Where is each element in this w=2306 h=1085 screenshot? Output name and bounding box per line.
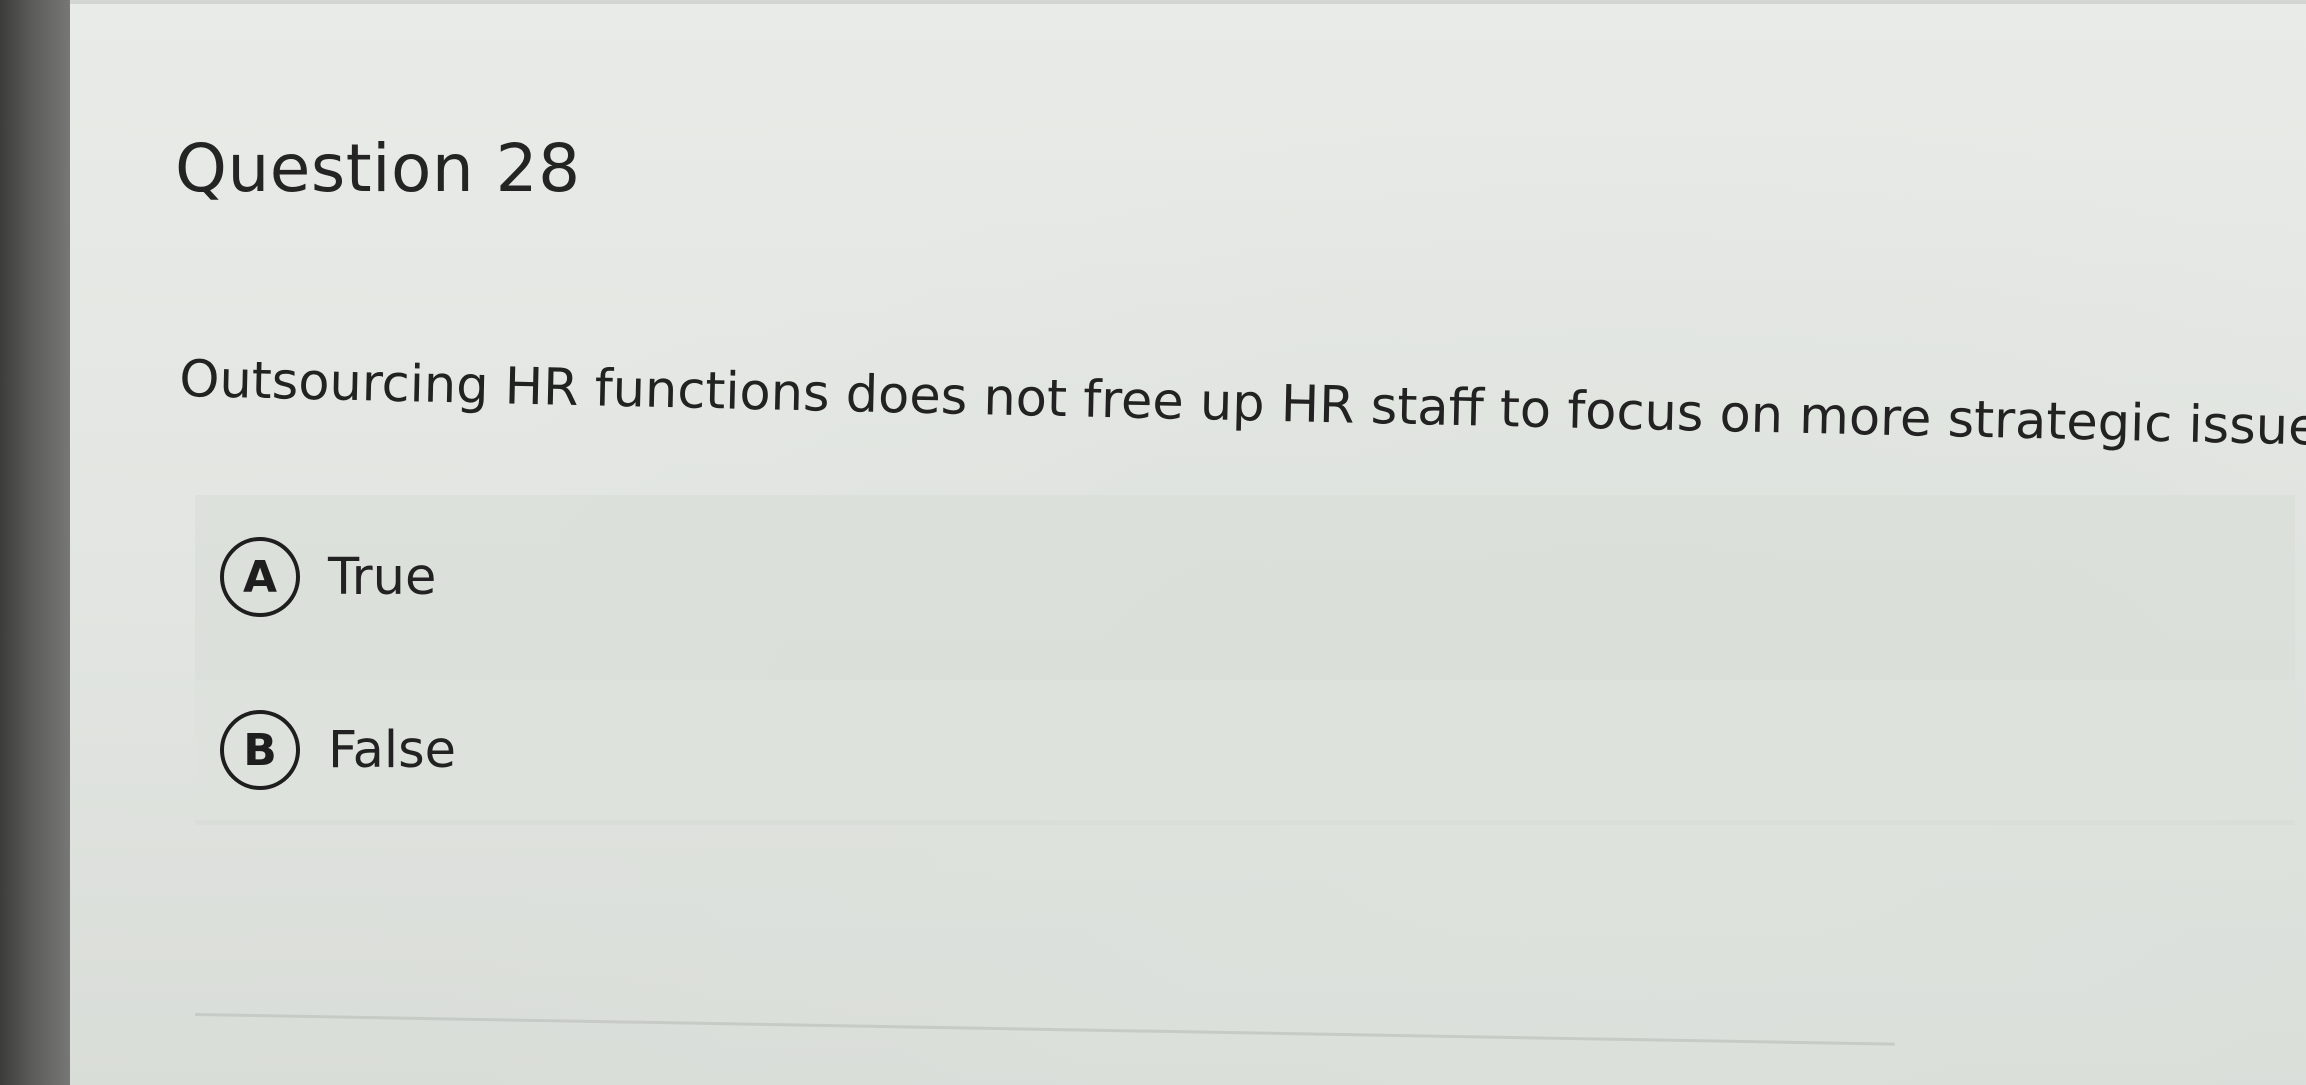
answer-options: A True B False bbox=[195, 495, 2295, 825]
option-b[interactable]: B False bbox=[195, 680, 2295, 820]
option-a[interactable]: A True bbox=[195, 507, 2295, 647]
option-a-label: True bbox=[328, 547, 437, 607]
option-b-label: False bbox=[328, 720, 457, 780]
question-title: Question 28 bbox=[175, 130, 581, 207]
option-a-letter[interactable]: A bbox=[220, 537, 300, 617]
option-b-letter[interactable]: B bbox=[220, 710, 300, 790]
screen-bezel bbox=[0, 0, 70, 1085]
top-divider bbox=[70, 0, 2306, 4]
